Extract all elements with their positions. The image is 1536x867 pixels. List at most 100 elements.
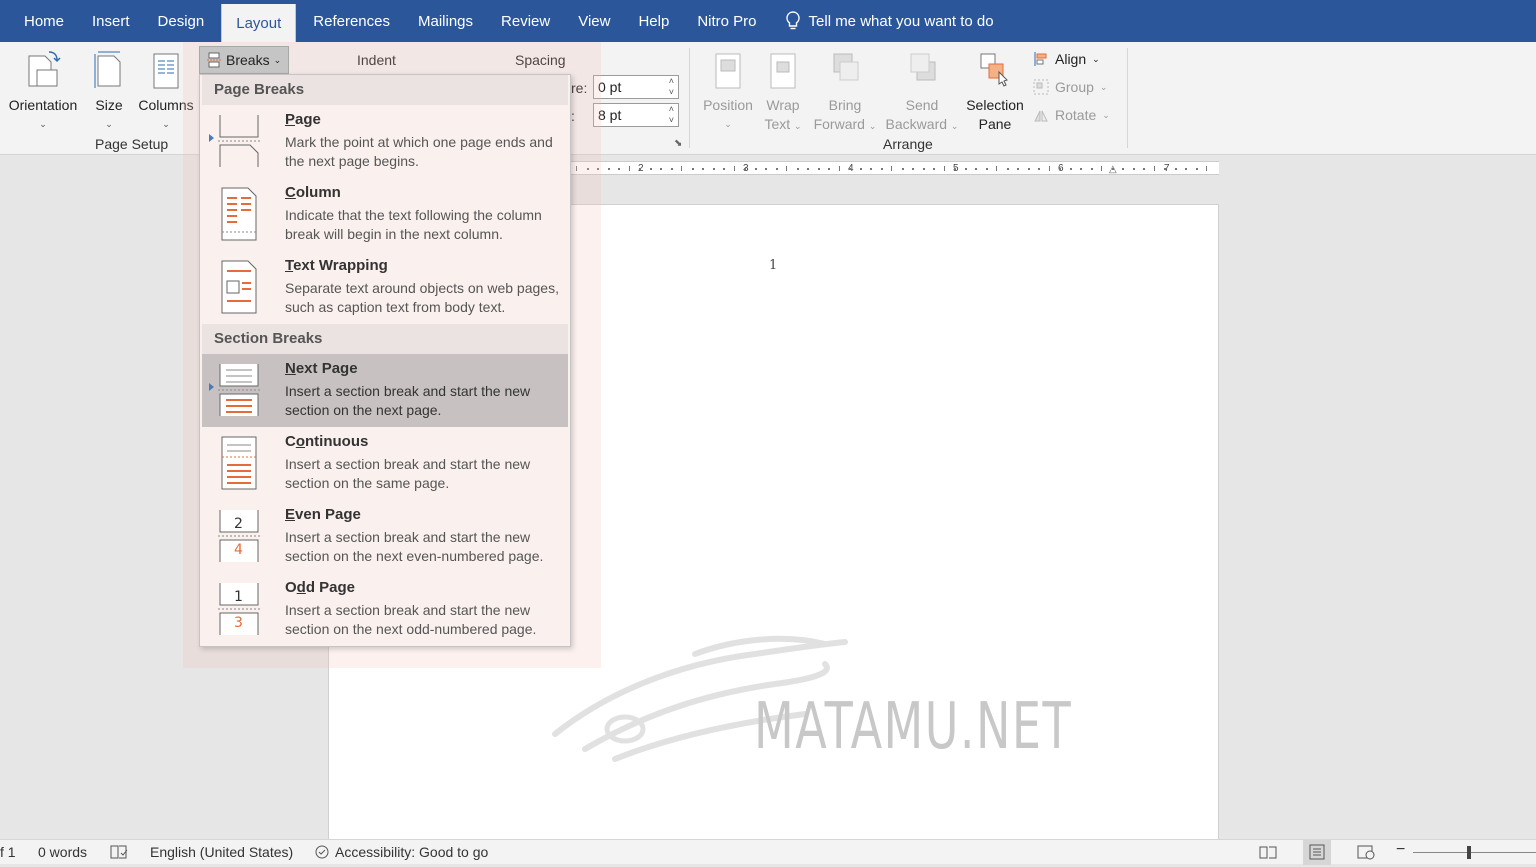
send-backward-label-1: Send bbox=[905, 97, 939, 113]
ruler-tick bbox=[1038, 168, 1040, 170]
proofing-icon[interactable] bbox=[110, 844, 128, 863]
menu-item-column-break[interactable]: Column Indicate that the text following … bbox=[202, 178, 568, 251]
menu-item-even-page[interactable]: 24 Even Page Insert a section break and … bbox=[202, 500, 568, 573]
group-icon bbox=[1033, 79, 1049, 95]
indent-label: Indent bbox=[357, 52, 396, 68]
accessibility-icon[interactable] bbox=[314, 844, 332, 863]
svg-text:2: 2 bbox=[234, 516, 243, 532]
tab-layout[interactable]: Layout bbox=[221, 4, 297, 42]
menu-item-next-page[interactable]: Next Page Insert a section break and sta… bbox=[202, 354, 568, 427]
spacing-label: Spacing bbox=[515, 52, 566, 68]
continuous-description: Insert a section break and start the new… bbox=[285, 456, 531, 491]
group-button[interactable]: Group ⌄ bbox=[1033, 79, 1107, 95]
status-language[interactable]: English (United States) bbox=[150, 844, 293, 860]
tab-insert[interactable]: Insert bbox=[78, 0, 144, 42]
page-break-icon bbox=[218, 115, 260, 167]
odd-page-description: Insert a section break and start the new… bbox=[285, 602, 537, 637]
read-mode-icon[interactable] bbox=[1259, 844, 1277, 863]
ruler-tick bbox=[723, 168, 725, 170]
ruler-tick bbox=[943, 166, 945, 171]
breaks-button[interactable]: Breaks ⌄ bbox=[199, 46, 289, 74]
watermark-text: MATAMU.NET bbox=[754, 690, 1073, 764]
status-page-count[interactable]: f 1 bbox=[0, 844, 16, 860]
spacing-after-input[interactable]: 8 pt ˄ ˅ bbox=[593, 103, 679, 127]
ruler-tick bbox=[639, 168, 641, 170]
page-break-title: age bbox=[295, 111, 321, 128]
send-backward-button[interactable]: Send Backward ⌄ bbox=[882, 48, 962, 136]
menu-item-text-wrapping-break[interactable]: Text Wrapping Separate text around objec… bbox=[202, 251, 568, 324]
group-separator bbox=[689, 48, 690, 148]
tab-view[interactable]: View bbox=[564, 0, 624, 42]
dialog-launcher-icon[interactable]: ⬊ bbox=[674, 138, 682, 149]
menu-item-continuous[interactable]: Continuous Insert a section break and st… bbox=[202, 427, 568, 500]
ruler-tick bbox=[597, 168, 599, 170]
text-wrapping-description: Separate text around objects on web page… bbox=[285, 280, 559, 315]
page-break-description: Mark the point at which one page ends an… bbox=[285, 134, 553, 169]
breaks-dropdown-menu: Page Breaks Page Mark the point at which… bbox=[199, 74, 571, 647]
ruler-tick bbox=[880, 168, 883, 170]
orientation-icon bbox=[28, 51, 61, 87]
ruler-tick bbox=[1111, 168, 1114, 170]
breaks-label: Breaks bbox=[226, 52, 270, 68]
zoom-out-icon[interactable]: − bbox=[1396, 841, 1405, 859]
tab-design[interactable]: Design bbox=[144, 0, 219, 42]
current-item-marker-icon bbox=[209, 134, 214, 142]
wrap-text-button[interactable]: Wrap Text ⌄ bbox=[759, 48, 807, 136]
selection-pane-button[interactable]: Selection Pane bbox=[963, 48, 1027, 134]
ruler-tick bbox=[1080, 168, 1082, 170]
align-icon bbox=[1034, 52, 1047, 66]
ruler-tick bbox=[912, 168, 914, 170]
ruler-tick bbox=[586, 168, 589, 170]
selection-pane-label-1: Selection bbox=[966, 97, 1024, 113]
align-button[interactable]: Align ⌄ bbox=[1033, 51, 1100, 67]
lightbulb-icon bbox=[785, 11, 800, 30]
tab-nitro-pro[interactable]: Nitro Pro bbox=[683, 0, 770, 42]
status-accessibility[interactable]: Accessibility: Good to go bbox=[335, 844, 488, 860]
tab-help[interactable]: Help bbox=[624, 0, 683, 42]
position-icon bbox=[715, 53, 741, 89]
ruler-tick bbox=[954, 168, 956, 170]
ruler-tick bbox=[964, 168, 967, 170]
status-word-count[interactable]: 0 words bbox=[38, 844, 87, 860]
size-button[interactable]: Size ⌄ bbox=[88, 48, 130, 134]
ruler-tick bbox=[775, 168, 778, 170]
orientation-button[interactable]: Orientation ⌄ bbox=[4, 48, 82, 134]
menu-item-odd-page[interactable]: 13 Odd Page Insert a section break and s… bbox=[202, 573, 568, 646]
zoom-slider-thumb[interactable] bbox=[1467, 846, 1471, 859]
send-backward-label-2: Backward bbox=[885, 116, 948, 132]
web-layout-icon[interactable] bbox=[1357, 844, 1375, 863]
tab-references[interactable]: References bbox=[299, 0, 404, 42]
odd-page-title-prefix: O bbox=[285, 579, 297, 596]
spin-arrows-icon[interactable]: ˄ ˅ bbox=[669, 76, 674, 98]
print-layout-icon[interactable] bbox=[1303, 840, 1331, 865]
ruler-tick bbox=[1206, 166, 1207, 171]
ruler-tick bbox=[870, 168, 872, 170]
text-wrapping-title: ext Wrapping bbox=[293, 257, 388, 274]
tab-home[interactable]: Home bbox=[0, 0, 78, 42]
spin-arrows-icon[interactable]: ˄ ˅ bbox=[669, 104, 674, 126]
bring-forward-label-1: Bring bbox=[828, 97, 862, 113]
horizontal-ruler[interactable]: 2 3 4 5 6 7 △ bbox=[571, 161, 1219, 175]
columns-icon bbox=[153, 53, 179, 89]
ruler-tick bbox=[628, 166, 630, 171]
zoom-slider[interactable] bbox=[1413, 852, 1536, 853]
position-button[interactable]: Position ⌄ bbox=[700, 48, 756, 134]
selection-pane-label-2: Pane bbox=[978, 116, 1012, 132]
position-label: Position bbox=[703, 97, 753, 113]
ruler-tick bbox=[576, 166, 577, 171]
tab-mailings[interactable]: Mailings bbox=[404, 0, 487, 42]
text-wrapping-mnemonic: T bbox=[285, 257, 294, 274]
bring-forward-button[interactable]: Bring Forward ⌄ bbox=[810, 48, 880, 136]
column-break-icon bbox=[221, 187, 257, 241]
tell-me-search[interactable]: Tell me what you want to do bbox=[785, 0, 994, 42]
wrap-text-label-2: Text bbox=[764, 116, 791, 132]
current-item-marker-icon bbox=[209, 383, 214, 391]
spacing-before-input[interactable]: 0 pt ˄ ˅ bbox=[593, 75, 679, 99]
columns-button[interactable]: Columns ⌄ bbox=[136, 48, 196, 134]
svg-text:4: 4 bbox=[234, 542, 243, 558]
rotate-button[interactable]: Rotate ⌄ bbox=[1033, 107, 1110, 123]
wrap-text-label-1: Wrap bbox=[766, 97, 800, 113]
tab-review[interactable]: Review bbox=[487, 0, 564, 42]
ruler-tick bbox=[649, 168, 652, 170]
menu-item-page-break[interactable]: Page Mark the point at which one page en… bbox=[202, 105, 568, 178]
